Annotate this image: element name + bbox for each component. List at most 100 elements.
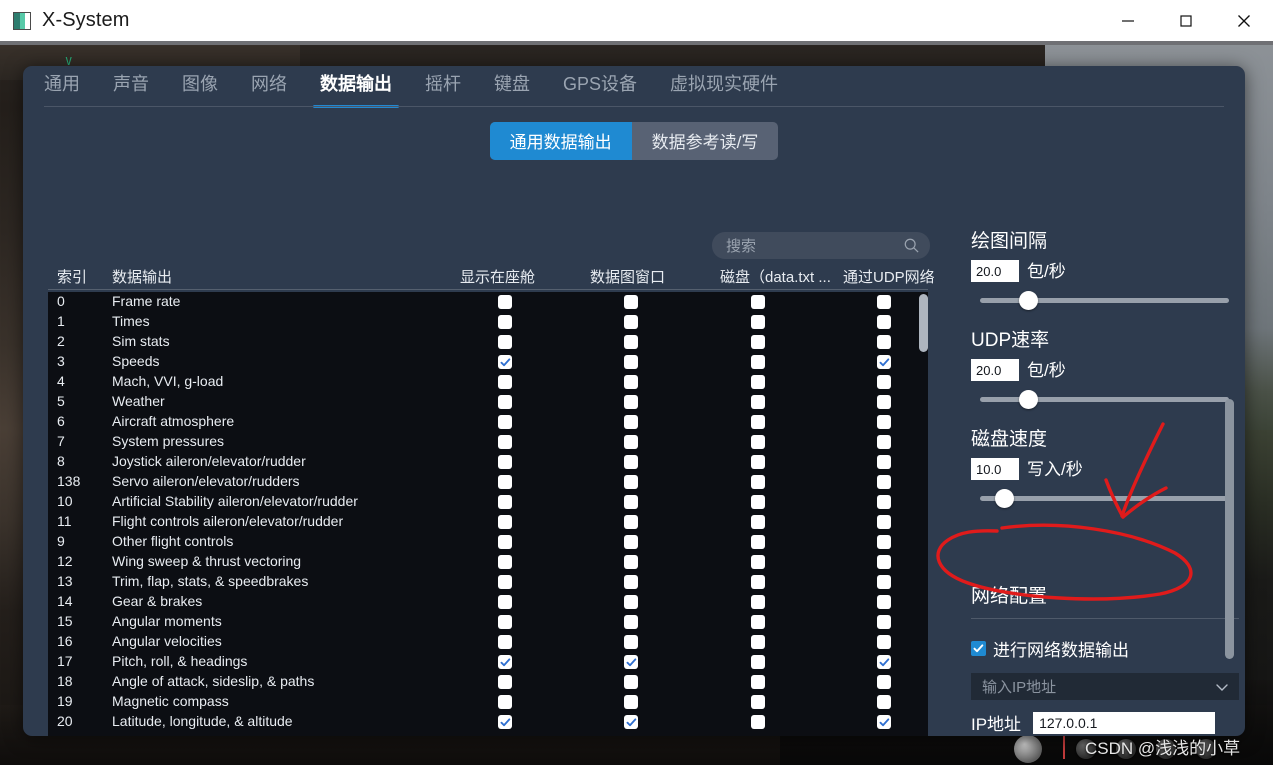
row-checkbox-col0[interactable] (498, 415, 512, 429)
disk-rate-value[interactable]: 10.0 (971, 458, 1019, 480)
table-row[interactable]: 5 Weather (48, 392, 928, 412)
row-checkbox-col2[interactable] (751, 495, 765, 509)
ip-address-dropdown[interactable]: 输入IP地址 (971, 673, 1239, 700)
row-checkbox-col3[interactable] (877, 475, 891, 489)
row-checkbox-col1[interactable] (624, 535, 638, 549)
row-checkbox-col1[interactable] (624, 475, 638, 489)
row-checkbox-col0[interactable] (498, 315, 512, 329)
table-row[interactable]: 2 Sim stats (48, 332, 928, 352)
settings-scrollbar-thumb[interactable] (1225, 399, 1234, 659)
row-checkbox-col3[interactable] (877, 655, 891, 669)
row-checkbox-col3[interactable] (877, 375, 891, 389)
row-checkbox-col1[interactable] (624, 355, 638, 369)
row-checkbox-col0[interactable] (498, 595, 512, 609)
row-checkbox-col3[interactable] (877, 435, 891, 449)
settings-panel-scrollbar[interactable] (1225, 294, 1234, 736)
tab-7[interactable]: GPS设备 (563, 70, 637, 102)
row-checkbox-col3[interactable] (877, 415, 891, 429)
row-checkbox-col2[interactable] (751, 435, 765, 449)
table-row[interactable]: 20 Latitude, longitude, & altitude (48, 712, 928, 732)
segment-1[interactable]: 数据参考读/写 (632, 122, 779, 160)
row-checkbox-col3[interactable] (877, 295, 891, 309)
row-checkbox-col1[interactable] (624, 375, 638, 389)
row-checkbox-col3[interactable] (877, 595, 891, 609)
row-checkbox-col0[interactable] (498, 615, 512, 629)
table-row[interactable]: 13 Trim, flap, stats, & speedbrakes (48, 572, 928, 592)
enable-network-output-checkbox[interactable]: 进行网络数据输出 (971, 636, 1243, 661)
row-checkbox-col1[interactable] (624, 615, 638, 629)
row-checkbox-col0[interactable] (498, 355, 512, 369)
udp-rate-slider[interactable] (971, 388, 1229, 410)
row-checkbox-col2[interactable] (751, 575, 765, 589)
slider-knob[interactable] (1018, 390, 1038, 409)
row-checkbox-col0[interactable] (498, 295, 512, 309)
disk-rate-slider[interactable] (971, 487, 1229, 509)
row-checkbox-col2[interactable] (751, 555, 765, 569)
row-checkbox-col2[interactable] (751, 535, 765, 549)
row-checkbox-col3[interactable] (877, 355, 891, 369)
table-row[interactable]: 19 Magnetic compass (48, 692, 928, 712)
tab-1[interactable]: 声音 (113, 70, 149, 102)
row-checkbox-col0[interactable] (498, 435, 512, 449)
row-checkbox-col0[interactable] (498, 715, 512, 729)
table-row[interactable]: 3 Speeds (48, 352, 928, 372)
row-checkbox-col0[interactable] (498, 675, 512, 689)
row-checkbox-col2[interactable] (751, 475, 765, 489)
row-checkbox-col0[interactable] (498, 635, 512, 649)
row-checkbox-col1[interactable] (624, 655, 638, 669)
row-checkbox-col3[interactable] (877, 615, 891, 629)
row-checkbox-col1[interactable] (624, 315, 638, 329)
row-checkbox-col0[interactable] (498, 695, 512, 709)
table-scrollbar-thumb[interactable] (919, 294, 928, 352)
draw-interval-value[interactable]: 20.0 (971, 260, 1019, 282)
row-checkbox-col2[interactable] (751, 395, 765, 409)
row-checkbox-col2[interactable] (751, 595, 765, 609)
row-checkbox-col0[interactable] (498, 495, 512, 509)
row-checkbox-col0[interactable] (498, 375, 512, 389)
row-checkbox-col1[interactable] (624, 635, 638, 649)
ip-address-input[interactable]: 127.0.0.1 (1033, 711, 1216, 734)
row-checkbox-col1[interactable] (624, 495, 638, 509)
table-scrollbar[interactable] (919, 294, 928, 736)
row-checkbox-col2[interactable] (751, 655, 765, 669)
row-checkbox-col3[interactable] (877, 335, 891, 349)
row-checkbox-col3[interactable] (877, 715, 891, 729)
row-checkbox-col0[interactable] (498, 515, 512, 529)
table-row[interactable]: 16 Angular velocities (48, 632, 928, 652)
row-checkbox-col1[interactable] (624, 595, 638, 609)
row-checkbox-col0[interactable] (498, 575, 512, 589)
table-row[interactable]: 9 Other flight controls (48, 532, 928, 552)
row-checkbox-col2[interactable] (751, 615, 765, 629)
slider-knob[interactable] (994, 489, 1014, 508)
maximize-icon[interactable] (1157, 0, 1215, 41)
table-row[interactable]: 8 Joystick aileron/elevator/rudder (48, 452, 928, 472)
row-checkbox-col0[interactable] (498, 395, 512, 409)
tab-3[interactable]: 网络 (251, 70, 287, 102)
slider-knob[interactable] (1018, 291, 1038, 310)
row-checkbox-col3[interactable] (877, 395, 891, 409)
row-checkbox-col1[interactable] (624, 395, 638, 409)
row-checkbox-col1[interactable] (624, 335, 638, 349)
row-checkbox-col2[interactable] (751, 695, 765, 709)
table-row[interactable]: 138 Servo aileron/elevator/rudders (48, 472, 928, 492)
tab-5[interactable]: 摇杆 (425, 70, 461, 102)
row-checkbox-col1[interactable] (624, 675, 638, 689)
row-checkbox-col0[interactable] (498, 655, 512, 669)
row-checkbox-col3[interactable] (877, 495, 891, 509)
row-checkbox-col0[interactable] (498, 535, 512, 549)
row-checkbox-col2[interactable] (751, 715, 765, 729)
row-checkbox-col1[interactable] (624, 295, 638, 309)
minimize-icon[interactable] (1099, 0, 1157, 41)
row-checkbox-col2[interactable] (751, 455, 765, 469)
tab-8[interactable]: 虚拟现实硬件 (670, 70, 778, 102)
row-checkbox-col2[interactable] (751, 415, 765, 429)
row-checkbox-col2[interactable] (751, 675, 765, 689)
row-checkbox-col2[interactable] (751, 335, 765, 349)
row-checkbox-col2[interactable] (751, 355, 765, 369)
row-checkbox-col2[interactable] (751, 515, 765, 529)
table-row[interactable]: 0 Frame rate (48, 292, 928, 312)
table-row[interactable]: 1 Times (48, 312, 928, 332)
row-checkbox-col1[interactable] (624, 695, 638, 709)
table-row[interactable]: 14 Gear & brakes (48, 592, 928, 612)
draw-interval-slider[interactable] (971, 289, 1229, 311)
